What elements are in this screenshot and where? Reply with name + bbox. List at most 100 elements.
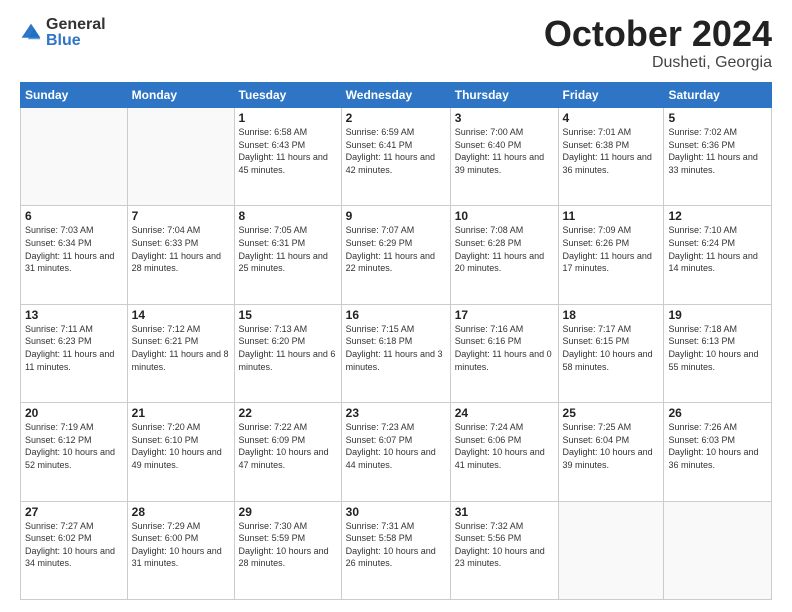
calendar-cell: 4Sunrise: 7:01 AMSunset: 6:38 PMDaylight…	[558, 108, 664, 206]
calendar-cell	[558, 501, 664, 599]
day-info: Sunrise: 7:19 AMSunset: 6:12 PMDaylight:…	[25, 421, 123, 471]
calendar-cell: 19Sunrise: 7:18 AMSunset: 6:13 PMDayligh…	[664, 304, 772, 402]
day-info: Sunrise: 7:26 AMSunset: 6:03 PMDaylight:…	[668, 421, 767, 471]
day-info: Sunrise: 6:58 AMSunset: 6:43 PMDaylight:…	[239, 126, 337, 176]
month-title: October 2024	[544, 16, 772, 52]
location-title: Dusheti, Georgia	[544, 54, 772, 72]
calendar-cell: 26Sunrise: 7:26 AMSunset: 6:03 PMDayligh…	[664, 403, 772, 501]
day-info: Sunrise: 7:05 AMSunset: 6:31 PMDaylight:…	[239, 224, 337, 274]
weekday-sunday: Sunday	[21, 83, 128, 108]
day-number: 28	[132, 505, 230, 519]
calendar-cell: 17Sunrise: 7:16 AMSunset: 6:16 PMDayligh…	[450, 304, 558, 402]
day-number: 6	[25, 209, 123, 223]
weekday-tuesday: Tuesday	[234, 83, 341, 108]
logo-blue: Blue	[46, 32, 106, 50]
day-number: 10	[455, 209, 554, 223]
weekday-header-row: SundayMondayTuesdayWednesdayThursdayFrid…	[21, 83, 772, 108]
day-number: 16	[346, 308, 446, 322]
calendar-cell: 7Sunrise: 7:04 AMSunset: 6:33 PMDaylight…	[127, 206, 234, 304]
calendar-cell: 20Sunrise: 7:19 AMSunset: 6:12 PMDayligh…	[21, 403, 128, 501]
day-info: Sunrise: 7:29 AMSunset: 6:00 PMDaylight:…	[132, 520, 230, 570]
day-number: 29	[239, 505, 337, 519]
day-number: 17	[455, 308, 554, 322]
day-info: Sunrise: 7:04 AMSunset: 6:33 PMDaylight:…	[132, 224, 230, 274]
weekday-monday: Monday	[127, 83, 234, 108]
day-number: 30	[346, 505, 446, 519]
day-number: 24	[455, 406, 554, 420]
weekday-friday: Friday	[558, 83, 664, 108]
logo-general: General	[46, 16, 106, 34]
calendar-cell: 14Sunrise: 7:12 AMSunset: 6:21 PMDayligh…	[127, 304, 234, 402]
calendar-cell: 31Sunrise: 7:32 AMSunset: 5:56 PMDayligh…	[450, 501, 558, 599]
calendar-cell: 29Sunrise: 7:30 AMSunset: 5:59 PMDayligh…	[234, 501, 341, 599]
weekday-thursday: Thursday	[450, 83, 558, 108]
day-info: Sunrise: 7:17 AMSunset: 6:15 PMDaylight:…	[563, 323, 660, 373]
calendar-cell: 27Sunrise: 7:27 AMSunset: 6:02 PMDayligh…	[21, 501, 128, 599]
logo: General Blue	[20, 16, 106, 49]
day-info: Sunrise: 7:18 AMSunset: 6:13 PMDaylight:…	[668, 323, 767, 373]
week-row-3: 13Sunrise: 7:11 AMSunset: 6:23 PMDayligh…	[21, 304, 772, 402]
calendar-cell: 30Sunrise: 7:31 AMSunset: 5:58 PMDayligh…	[341, 501, 450, 599]
day-info: Sunrise: 7:27 AMSunset: 6:02 PMDaylight:…	[25, 520, 123, 570]
day-info: Sunrise: 7:09 AMSunset: 6:26 PMDaylight:…	[563, 224, 660, 274]
day-info: Sunrise: 7:20 AMSunset: 6:10 PMDaylight:…	[132, 421, 230, 471]
day-info: Sunrise: 7:31 AMSunset: 5:58 PMDaylight:…	[346, 520, 446, 570]
day-number: 5	[668, 111, 767, 125]
day-info: Sunrise: 7:32 AMSunset: 5:56 PMDaylight:…	[455, 520, 554, 570]
calendar-cell: 24Sunrise: 7:24 AMSunset: 6:06 PMDayligh…	[450, 403, 558, 501]
weekday-saturday: Saturday	[664, 83, 772, 108]
day-number: 2	[346, 111, 446, 125]
day-number: 7	[132, 209, 230, 223]
day-info: Sunrise: 7:08 AMSunset: 6:28 PMDaylight:…	[455, 224, 554, 274]
day-info: Sunrise: 7:07 AMSunset: 6:29 PMDaylight:…	[346, 224, 446, 274]
day-number: 19	[668, 308, 767, 322]
title-section: October 2024 Dusheti, Georgia	[544, 16, 772, 72]
calendar-cell: 1Sunrise: 6:58 AMSunset: 6:43 PMDaylight…	[234, 108, 341, 206]
day-info: Sunrise: 7:10 AMSunset: 6:24 PMDaylight:…	[668, 224, 767, 274]
page: General Blue October 2024 Dusheti, Georg…	[0, 0, 792, 612]
calendar-cell	[127, 108, 234, 206]
calendar-cell	[664, 501, 772, 599]
calendar-cell: 9Sunrise: 7:07 AMSunset: 6:29 PMDaylight…	[341, 206, 450, 304]
calendar-cell: 12Sunrise: 7:10 AMSunset: 6:24 PMDayligh…	[664, 206, 772, 304]
calendar-cell: 5Sunrise: 7:02 AMSunset: 6:36 PMDaylight…	[664, 108, 772, 206]
day-number: 20	[25, 406, 123, 420]
day-info: Sunrise: 7:25 AMSunset: 6:04 PMDaylight:…	[563, 421, 660, 471]
day-info: Sunrise: 7:02 AMSunset: 6:36 PMDaylight:…	[668, 126, 767, 176]
day-number: 26	[668, 406, 767, 420]
day-info: Sunrise: 7:11 AMSunset: 6:23 PMDaylight:…	[25, 323, 123, 373]
week-row-1: 1Sunrise: 6:58 AMSunset: 6:43 PMDaylight…	[21, 108, 772, 206]
day-info: Sunrise: 7:22 AMSunset: 6:09 PMDaylight:…	[239, 421, 337, 471]
header: General Blue October 2024 Dusheti, Georg…	[20, 16, 772, 72]
day-info: Sunrise: 7:23 AMSunset: 6:07 PMDaylight:…	[346, 421, 446, 471]
calendar-cell: 2Sunrise: 6:59 AMSunset: 6:41 PMDaylight…	[341, 108, 450, 206]
calendar-cell: 21Sunrise: 7:20 AMSunset: 6:10 PMDayligh…	[127, 403, 234, 501]
day-number: 1	[239, 111, 337, 125]
day-info: Sunrise: 6:59 AMSunset: 6:41 PMDaylight:…	[346, 126, 446, 176]
day-info: Sunrise: 7:01 AMSunset: 6:38 PMDaylight:…	[563, 126, 660, 176]
day-number: 18	[563, 308, 660, 322]
day-number: 12	[668, 209, 767, 223]
weekday-wednesday: Wednesday	[341, 83, 450, 108]
calendar-cell: 16Sunrise: 7:15 AMSunset: 6:18 PMDayligh…	[341, 304, 450, 402]
day-number: 15	[239, 308, 337, 322]
day-info: Sunrise: 7:00 AMSunset: 6:40 PMDaylight:…	[455, 126, 554, 176]
day-info: Sunrise: 7:30 AMSunset: 5:59 PMDaylight:…	[239, 520, 337, 570]
calendar-cell: 6Sunrise: 7:03 AMSunset: 6:34 PMDaylight…	[21, 206, 128, 304]
calendar-cell: 15Sunrise: 7:13 AMSunset: 6:20 PMDayligh…	[234, 304, 341, 402]
calendar-cell: 10Sunrise: 7:08 AMSunset: 6:28 PMDayligh…	[450, 206, 558, 304]
calendar-cell: 23Sunrise: 7:23 AMSunset: 6:07 PMDayligh…	[341, 403, 450, 501]
calendar-table: SundayMondayTuesdayWednesdayThursdayFrid…	[20, 82, 772, 600]
day-number: 13	[25, 308, 123, 322]
day-info: Sunrise: 7:12 AMSunset: 6:21 PMDaylight:…	[132, 323, 230, 373]
day-number: 22	[239, 406, 337, 420]
calendar-cell: 22Sunrise: 7:22 AMSunset: 6:09 PMDayligh…	[234, 403, 341, 501]
day-number: 31	[455, 505, 554, 519]
day-info: Sunrise: 7:15 AMSunset: 6:18 PMDaylight:…	[346, 323, 446, 373]
calendar-cell	[21, 108, 128, 206]
day-info: Sunrise: 7:24 AMSunset: 6:06 PMDaylight:…	[455, 421, 554, 471]
calendar-cell: 13Sunrise: 7:11 AMSunset: 6:23 PMDayligh…	[21, 304, 128, 402]
calendar-cell: 25Sunrise: 7:25 AMSunset: 6:04 PMDayligh…	[558, 403, 664, 501]
calendar-cell: 28Sunrise: 7:29 AMSunset: 6:00 PMDayligh…	[127, 501, 234, 599]
day-number: 8	[239, 209, 337, 223]
